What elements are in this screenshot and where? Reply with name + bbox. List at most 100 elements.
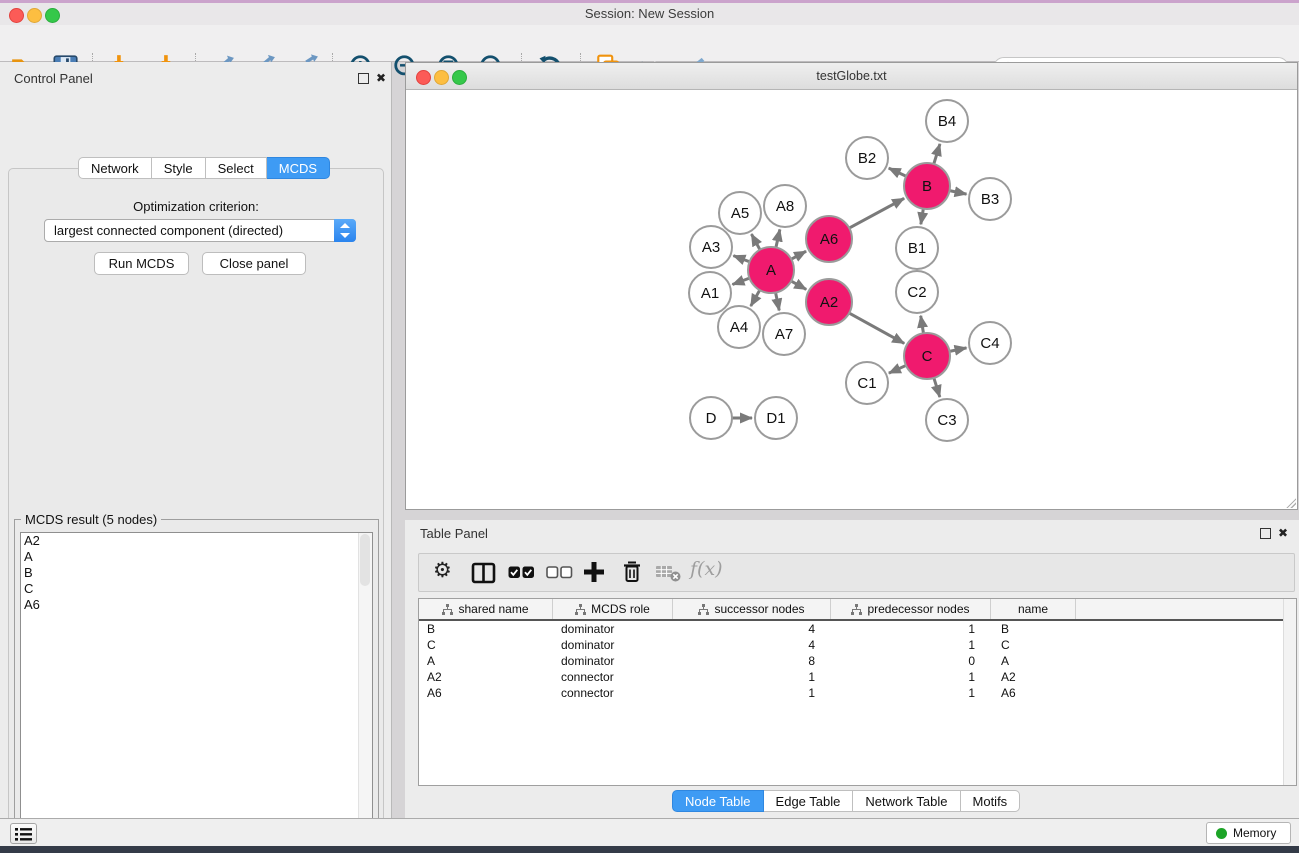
graph-edge-A2-C[interactable] <box>849 313 904 343</box>
mcds-result-item[interactable]: A6 <box>21 597 372 613</box>
add-column-icon[interactable] <box>582 560 606 589</box>
table-cell[interactable]: B <box>419 621 553 637</box>
table-row-a[interactable]: Adominator80A <box>419 653 1296 669</box>
function-builder-icon[interactable]: f(x) <box>690 558 723 580</box>
graph-node-label: A8 <box>776 198 794 215</box>
table-cell[interactable]: C <box>991 637 1076 653</box>
table-cell[interactable]: 1 <box>673 685 831 701</box>
mcds-result-item[interactable]: A2 <box>21 533 372 549</box>
table-cell[interactable]: connector <box>553 669 673 685</box>
column-header-successor-nodes[interactable]: successor nodes <box>673 599 831 619</box>
table-cell[interactable]: 1 <box>831 621 991 637</box>
table-cell[interactable]: dominator <box>553 621 673 637</box>
network-canvas[interactable]: B4B2BB3A5A8A6B1A3AA1C2A2A4A7C4CC1C3DD1 <box>406 90 1297 509</box>
tab-motifs[interactable]: Motifs <box>961 790 1021 812</box>
table-cell[interactable]: 1 <box>831 669 991 685</box>
graph-edge-A-A7[interactable] <box>776 293 780 311</box>
delete-table-icon[interactable] <box>655 565 682 588</box>
table-body: Bdominator41BCdominator41CAdominator80AA… <box>419 621 1296 701</box>
table-cell[interactable]: 1 <box>831 685 991 701</box>
tab-node-table[interactable]: Node Table <box>672 790 764 812</box>
table-row-a2[interactable]: A2connector11A2 <box>419 669 1296 685</box>
tab-edge-table[interactable]: Edge Table <box>764 790 854 812</box>
close-table-panel-icon[interactable]: ✖ <box>1278 527 1288 539</box>
graph-edge-A-A2[interactable] <box>791 281 806 289</box>
graph-edge-C-C1[interactable] <box>889 365 906 373</box>
show-columns-icon[interactable] <box>471 561 497 590</box>
show-panels-button[interactable] <box>10 823 37 844</box>
column-header-predecessor-nodes[interactable]: predecessor nodes <box>831 599 991 619</box>
tab-network-table[interactable]: Network Table <box>853 790 960 812</box>
graph-edge-B-B4[interactable] <box>934 144 940 164</box>
graph-edge-B-B1[interactable] <box>921 209 924 225</box>
graph-edge-A-A8[interactable] <box>776 229 780 247</box>
graph-edge-B-B3[interactable] <box>950 191 967 195</box>
memory-button[interactable]: Memory <box>1206 822 1291 844</box>
table-cell[interactable]: A <box>419 653 553 669</box>
column-header-shared-name[interactable]: shared name <box>419 599 553 619</box>
graph-edge-B-B2[interactable] <box>889 168 906 176</box>
table-cell[interactable]: A <box>991 653 1076 669</box>
graph-node-label: A5 <box>731 205 749 222</box>
mcds-result-item[interactable]: C <box>21 581 372 597</box>
table-cell[interactable]: A2 <box>419 669 553 685</box>
select-all-icon[interactable] <box>508 565 535 585</box>
mcds-result-item[interactable]: B <box>21 565 372 581</box>
table-cell[interactable]: C <box>419 637 553 653</box>
table-options-icon[interactable]: ⚙ <box>433 558 452 583</box>
float-panel-icon[interactable] <box>358 73 369 84</box>
float-table-panel-icon[interactable] <box>1260 528 1271 539</box>
table-cell[interactable]: dominator <box>553 637 673 653</box>
graph-edge-A-A3[interactable] <box>733 256 749 262</box>
close-panel-button[interactable]: Close panel <box>202 252 306 275</box>
graph-edge-A-A6[interactable] <box>791 251 806 259</box>
table-cell[interactable]: 4 <box>673 637 831 653</box>
table-cell[interactable] <box>1076 621 1296 637</box>
table-row-b[interactable]: Bdominator41B <box>419 621 1296 637</box>
table-cell[interactable] <box>1076 653 1296 669</box>
graph-edge-C-C3[interactable] <box>934 378 940 397</box>
tab-select[interactable]: Select <box>206 157 267 179</box>
table-cell[interactable]: 1 <box>831 637 991 653</box>
table-cell[interactable]: 0 <box>831 653 991 669</box>
table-cell[interactable] <box>1076 669 1296 685</box>
table-row-a6[interactable]: A6connector11A6 <box>419 685 1296 701</box>
table-cell[interactable]: B <box>991 621 1076 637</box>
mcds-result-item[interactable]: A <box>21 549 372 565</box>
table-cell[interactable]: A6 <box>991 685 1076 701</box>
table-cell[interactable]: A2 <box>991 669 1076 685</box>
graph-node-label: C <box>922 348 933 365</box>
graph-edge-C-C4[interactable] <box>950 348 967 352</box>
graph-node-label: A2 <box>820 294 838 311</box>
scrollbar[interactable] <box>358 533 372 852</box>
delete-column-icon[interactable] <box>620 560 644 589</box>
graph-edge-A-A5[interactable] <box>751 234 760 250</box>
deselect-all-icon[interactable] <box>546 565 573 585</box>
table-row-c[interactable]: Cdominator41C <box>419 637 1296 653</box>
close-panel-icon[interactable]: ✖ <box>376 72 386 84</box>
tab-style[interactable]: Style <box>152 157 206 179</box>
table-cell[interactable]: A6 <box>419 685 553 701</box>
table-scrollbar[interactable] <box>1283 599 1296 785</box>
table-cell[interactable]: 8 <box>673 653 831 669</box>
optimization-criterion-dropdown[interactable]: largest connected component (directed) <box>44 219 356 242</box>
table-cell[interactable] <box>1076 637 1296 653</box>
resize-grip[interactable] <box>1285 497 1296 508</box>
graph-edge-A-A1[interactable] <box>732 278 749 284</box>
graph-edge-A6-B[interactable] <box>849 198 904 228</box>
shared-column-icon <box>442 604 453 615</box>
graph-edge-C-C2[interactable] <box>921 316 924 334</box>
network-window-titlebar[interactable]: testGlobe.txt <box>406 63 1297 90</box>
table-cell[interactable] <box>1076 685 1296 701</box>
run-mcds-button[interactable]: Run MCDS <box>94 252 189 275</box>
table-cell[interactable]: dominator <box>553 653 673 669</box>
tab-network[interactable]: Network <box>78 157 152 179</box>
tab-mcds[interactable]: MCDS <box>267 157 330 179</box>
graph-edge-A-A4[interactable] <box>751 290 760 306</box>
shared-column-icon <box>851 604 862 615</box>
column-header-mcds-role[interactable]: MCDS role <box>553 599 673 619</box>
column-header-name[interactable]: name <box>991 599 1076 619</box>
table-cell[interactable]: 1 <box>673 669 831 685</box>
table-cell[interactable]: 4 <box>673 621 831 637</box>
table-cell[interactable]: connector <box>553 685 673 701</box>
